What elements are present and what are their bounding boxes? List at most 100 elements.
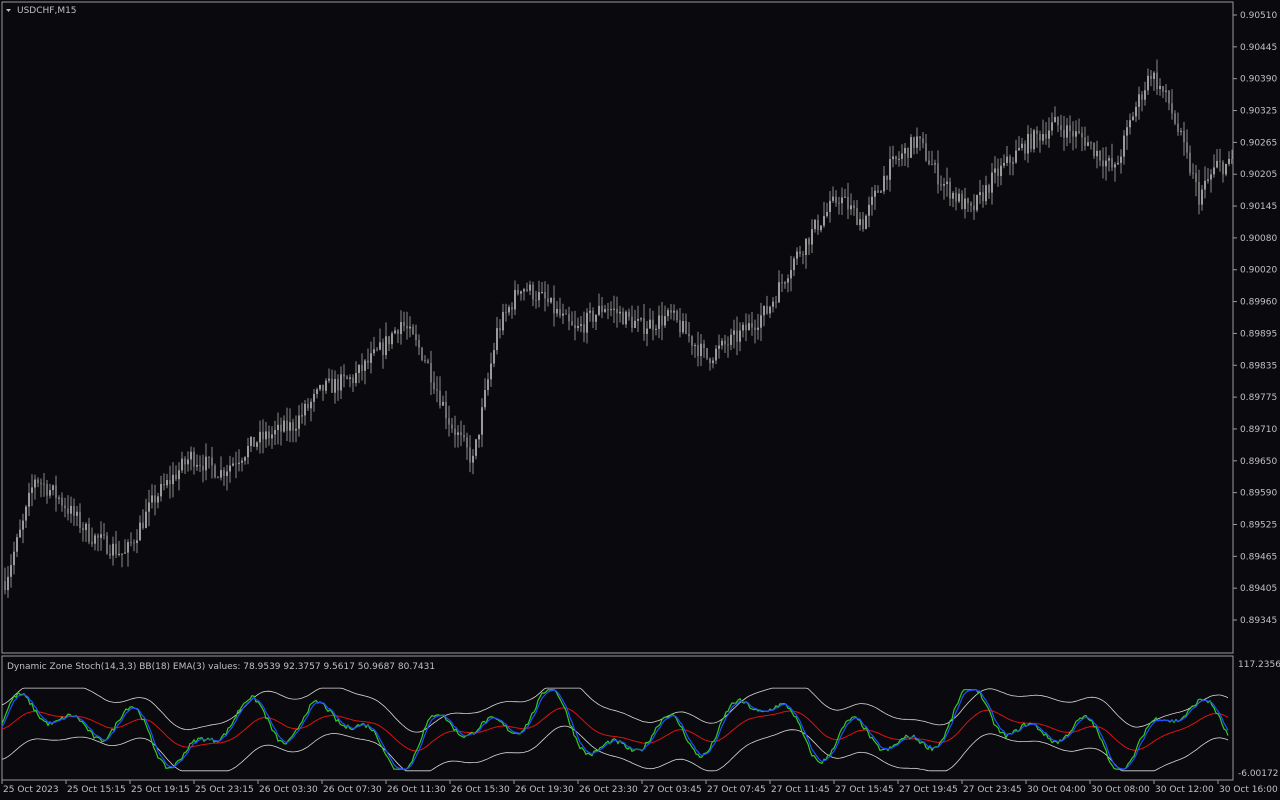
candle-body: [1093, 142, 1095, 157]
candle-body: [916, 136, 918, 148]
candle-body: [1174, 113, 1176, 124]
candle-body: [472, 455, 474, 463]
candle-body: [1204, 180, 1206, 190]
time-label: 30 Oct 04:00: [1027, 785, 1086, 795]
candle-body: [640, 318, 642, 320]
candle-body: [274, 430, 276, 435]
candle-body: [220, 470, 222, 478]
candle-body: [160, 484, 162, 497]
candle-body: [1006, 156, 1008, 163]
candle-body: [259, 431, 261, 443]
candle-body: [556, 309, 558, 314]
candle-body: [115, 543, 117, 555]
candle-body: [1129, 120, 1131, 128]
candle-body: [541, 292, 543, 294]
candle-body: [526, 289, 528, 291]
candle-body: [748, 323, 750, 331]
candle-body: [154, 495, 156, 503]
candle-body: [382, 342, 384, 356]
price-label: 0.90020: [1240, 266, 1277, 276]
candle-body: [1132, 116, 1134, 121]
candle-body: [745, 324, 747, 331]
candle-body: [211, 457, 213, 466]
candle-body: [592, 310, 594, 322]
candle-body: [730, 334, 732, 345]
candle-body: [436, 389, 438, 391]
time-label: 26 Oct 23:30: [579, 785, 638, 795]
candle-body: [1171, 103, 1173, 114]
candle-body: [139, 522, 141, 541]
candle-body: [907, 147, 909, 158]
candle-body: [643, 318, 645, 334]
candle-body: [595, 314, 597, 322]
candle-body: [295, 428, 297, 431]
candle-body: [544, 292, 546, 299]
candle-body: [76, 511, 78, 516]
candle-body: [202, 465, 204, 471]
candle-body: [175, 474, 177, 480]
candle-body: [505, 312, 507, 314]
candle-body: [646, 328, 648, 334]
candle-body: [490, 363, 492, 380]
candle-body: [286, 420, 288, 431]
candle-body: [532, 284, 534, 300]
candle-body: [337, 379, 339, 391]
candle-body: [808, 238, 810, 245]
trading-chart[interactable]: 0.90510 0.90445 0.90390 0.90325 0.90265 0.902…: [0, 0, 1280, 800]
time-label: 26 Oct 19:30: [515, 785, 574, 795]
candle-body: [415, 334, 417, 340]
candle-body: [874, 190, 876, 197]
candle-body: [949, 181, 951, 199]
indicator-scale-bottom: -6.00172: [1238, 769, 1278, 779]
price-label: 0.89775: [1240, 393, 1277, 403]
candle-body: [316, 389, 318, 394]
candle-body: [952, 192, 954, 199]
candle-body: [451, 424, 453, 429]
chart-background: [0, 0, 1280, 800]
candle-body: [1054, 116, 1056, 123]
candle-body: [1225, 163, 1227, 175]
candle-body: [28, 492, 30, 507]
candle-body: [388, 336, 390, 345]
candle-body: [673, 310, 675, 313]
candle-body: [1207, 179, 1209, 181]
price-label: 0.89405: [1240, 584, 1277, 594]
candle-body: [190, 451, 192, 460]
candle-body: [853, 205, 855, 209]
candle-body: [568, 314, 570, 322]
candle-body: [904, 147, 906, 154]
candle-body: [679, 320, 681, 333]
candle-body: [1039, 133, 1041, 141]
candle-body: [985, 185, 987, 202]
candle-body: [373, 349, 375, 354]
candle-body: [562, 313, 564, 316]
candle-body: [1144, 90, 1146, 100]
candle-body: [1168, 90, 1170, 104]
candle-body: [283, 420, 285, 432]
candle-body: [310, 401, 312, 409]
candle-body: [1066, 125, 1068, 138]
candle-body: [448, 418, 450, 425]
candle-body: [760, 315, 762, 328]
candle-body: [565, 313, 567, 315]
candle-body: [232, 463, 234, 466]
candle-body: [148, 502, 150, 512]
candle-body: [418, 339, 420, 348]
candle-body: [799, 251, 801, 255]
candle-body: [1219, 160, 1221, 163]
candle-body: [703, 343, 705, 349]
candle-body: [292, 422, 294, 431]
candle-body: [1009, 156, 1011, 163]
candle-body: [733, 330, 735, 335]
candle-body: [424, 360, 426, 362]
time-label: 26 Oct 11:30: [387, 785, 446, 795]
candle-body: [706, 348, 708, 359]
candle-body: [1135, 106, 1137, 117]
candle-body: [1072, 131, 1074, 137]
candle-body: [886, 175, 888, 180]
candle-body: [343, 374, 345, 377]
candle-body: [913, 137, 915, 148]
candle-body: [208, 456, 210, 458]
candle-body: [469, 447, 471, 463]
time-label: 26 Oct 15:30: [451, 785, 510, 795]
